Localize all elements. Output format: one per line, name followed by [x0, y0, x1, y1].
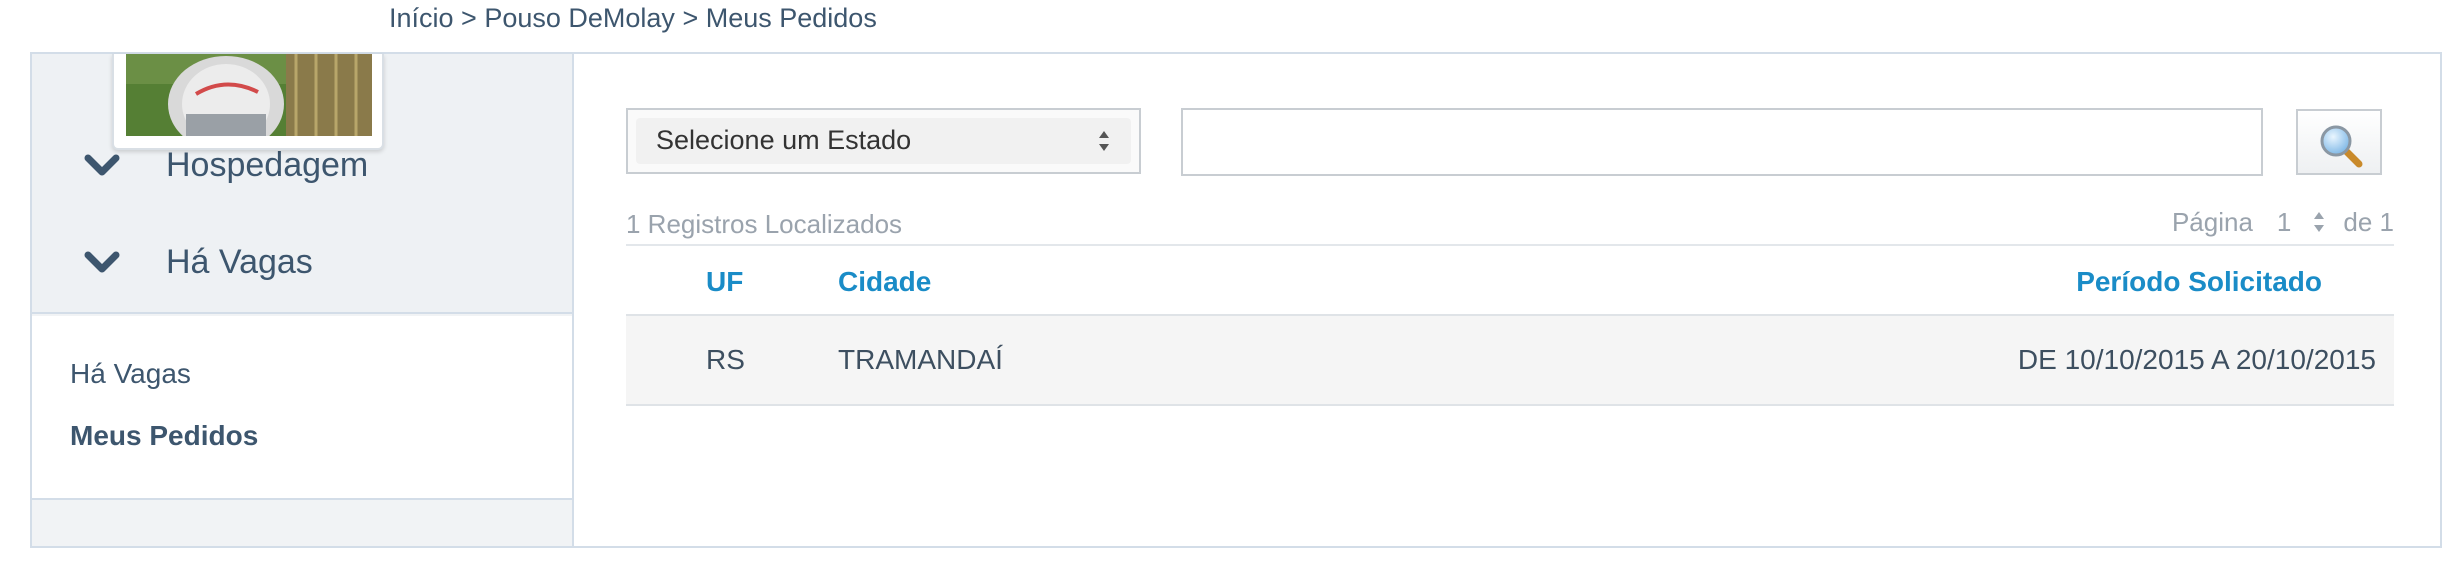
page-number: 1 [2276, 206, 2292, 237]
avatar-image [126, 54, 372, 136]
cell-periodo: DE 10/10/2015 A 20/10/2015 [2017, 344, 2376, 375]
submenu-link-ha-vagas[interactable]: Há Vagas [70, 358, 191, 390]
user-avatar[interactable] [112, 54, 384, 150]
search-input[interactable] [1181, 108, 2263, 176]
breadcrumb-separator: > [453, 3, 485, 33]
state-select-inner: Selecione um Estado [636, 118, 1131, 164]
records-count: 1 Registros Localizados [626, 209, 903, 239]
sidebar-item-label: Há Vagas [166, 242, 313, 281]
table-row[interactable]: RS TRAMANDAÍ DE 10/10/2015 A 20/10/2015 [626, 316, 2394, 406]
avatar-photo [126, 54, 372, 136]
cell-uf: RS [706, 344, 745, 375]
results-table: UF Cidade Período Solicitado RS TRAMANDA… [626, 244, 2394, 406]
select-arrows-icon [2314, 212, 2325, 232]
cell-cidade: TRAMANDAÍ [838, 344, 1003, 375]
page-total: de 1 [2343, 206, 2394, 237]
column-header-uf[interactable]: UF [706, 266, 743, 298]
magnifier-icon [2320, 125, 2363, 168]
page-select[interactable]: 1 [2277, 207, 2325, 238]
state-select-value: Selecione um Estado [656, 125, 912, 155]
breadcrumb-section-link[interactable]: Pouso DeMolay [484, 0, 675, 36]
table-header: UF Cidade Período Solicitado [626, 244, 2394, 316]
chevron-down-icon [84, 251, 120, 273]
column-header-cidade[interactable]: Cidade [838, 266, 931, 298]
breadcrumb-current: Meus Pedidos [705, 3, 877, 33]
content-area: Selecione um Estado 1 Registros Localiza… [574, 54, 2440, 546]
chevron-down-icon [84, 154, 120, 176]
breadcrumb: Início > Pouso DeMolay > Meus Pedidos [389, 0, 877, 36]
state-select[interactable]: Selecione um Estado [626, 108, 1141, 174]
sidebar-item-label: Hospedagem [166, 145, 369, 184]
sidebar-submenu: Há Vagas Meus Pedidos [32, 316, 572, 500]
page-label: Página [2171, 206, 2253, 237]
sidebar-item-ha-vagas[interactable]: Há Vagas [32, 217, 572, 307]
column-header-periodo[interactable]: Período Solicitado [2076, 266, 2322, 298]
select-arrows-icon [1099, 131, 1109, 151]
breadcrumb-separator: > [674, 3, 706, 33]
submenu-link-meus-pedidos[interactable]: Meus Pedidos [70, 420, 258, 452]
breadcrumb-home-link[interactable]: Início [389, 0, 454, 36]
main-panel: Hospedagem Há Vagas Há Vagas Meus Pedido… [30, 52, 2442, 548]
pagination: Página 1 de 1 [2172, 205, 2394, 239]
search-button[interactable] [2296, 109, 2382, 175]
